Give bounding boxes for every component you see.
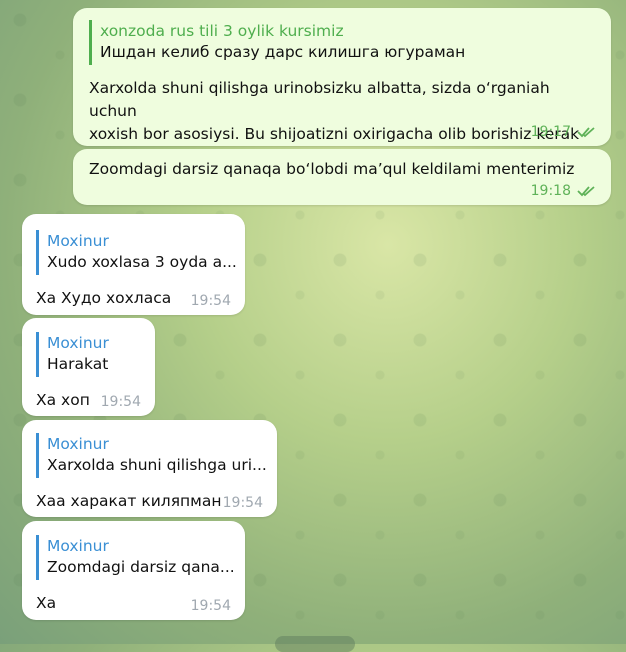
message-time: 19:17 bbox=[530, 124, 571, 140]
reply-text: Xudo xoxlasa 3 oyda a... bbox=[47, 253, 237, 271]
reply-preview[interactable]: xonzoda rus tili 3 oylik kursimiz Ишдан … bbox=[89, 20, 597, 65]
message-meta: 19:18 bbox=[531, 183, 597, 199]
reply-text: Xarxolda shuni qilishga uri... bbox=[47, 456, 267, 474]
double-check-icon bbox=[577, 127, 595, 138]
reply-preview[interactable]: Moxinur Harakat bbox=[36, 332, 143, 377]
message-meta: 19:17 bbox=[531, 124, 597, 140]
reply-text: Ишдан келиб сразу дарс килишга югураман bbox=[100, 43, 466, 61]
message-meta: 19:54 bbox=[191, 293, 231, 309]
reply-preview[interactable]: Moxinur Zoomdagi darsiz qana... bbox=[36, 535, 237, 580]
date-pill bbox=[275, 636, 355, 652]
outgoing-message[interactable]: xonzoda rus tili 3 oylik kursimiz Ишдан … bbox=[73, 8, 611, 146]
message-time: 19:54 bbox=[100, 394, 141, 410]
reply-preview[interactable]: Moxinur Xudo xoxlasa 3 oyda a... bbox=[36, 230, 237, 275]
reply-text: Harakat bbox=[47, 355, 109, 373]
message-text: Xarxolda shuni qilishga urinobsizku alba… bbox=[89, 77, 597, 146]
reply-preview[interactable]: Moxinur Xarxolda shuni qilishga uri... bbox=[36, 433, 269, 478]
message-time: 19:54 bbox=[190, 598, 231, 614]
reply-author: Moxinur bbox=[47, 334, 109, 352]
incoming-message[interactable]: Moxinur Harakat Ха хоп 19:54 bbox=[22, 318, 155, 416]
reply-author: Moxinur bbox=[47, 232, 109, 250]
message-meta: 19:54 bbox=[223, 495, 263, 511]
double-check-icon bbox=[577, 186, 595, 197]
incoming-message[interactable]: Moxinur Xudo xoxlasa 3 oyda a... Ха Худо… bbox=[22, 214, 245, 315]
message-text: Zoomdagi darsiz qanaqa bo‘lobdi ma’qul k… bbox=[89, 160, 575, 178]
message-time: 19:54 bbox=[222, 495, 263, 511]
outgoing-message[interactable]: Zoomdagi darsiz qanaqa bo‘lobdi ma’qul k… bbox=[73, 149, 611, 205]
message-time: 19:18 bbox=[530, 183, 571, 199]
message-time: 19:54 bbox=[190, 293, 231, 309]
reply-text: Zoomdagi darsiz qana... bbox=[47, 558, 235, 576]
message-text-line: xoxish bor asosiysi. Bu shijoatizni oxir… bbox=[89, 125, 580, 143]
message-text-line: Xarxolda shuni qilishga urinobsizku alba… bbox=[89, 79, 550, 120]
incoming-message[interactable]: Moxinur Xarxolda shuni qilishga uri... Х… bbox=[22, 420, 277, 517]
message-meta: 19:54 bbox=[191, 598, 231, 614]
reply-author: xonzoda rus tili 3 oylik kursimiz bbox=[100, 22, 344, 40]
reply-author: Moxinur bbox=[47, 537, 109, 555]
incoming-message[interactable]: Moxinur Zoomdagi darsiz qana... Ха 19:54 bbox=[22, 521, 245, 620]
message-meta: 19:54 bbox=[101, 394, 141, 410]
reply-author: Moxinur bbox=[47, 435, 109, 453]
